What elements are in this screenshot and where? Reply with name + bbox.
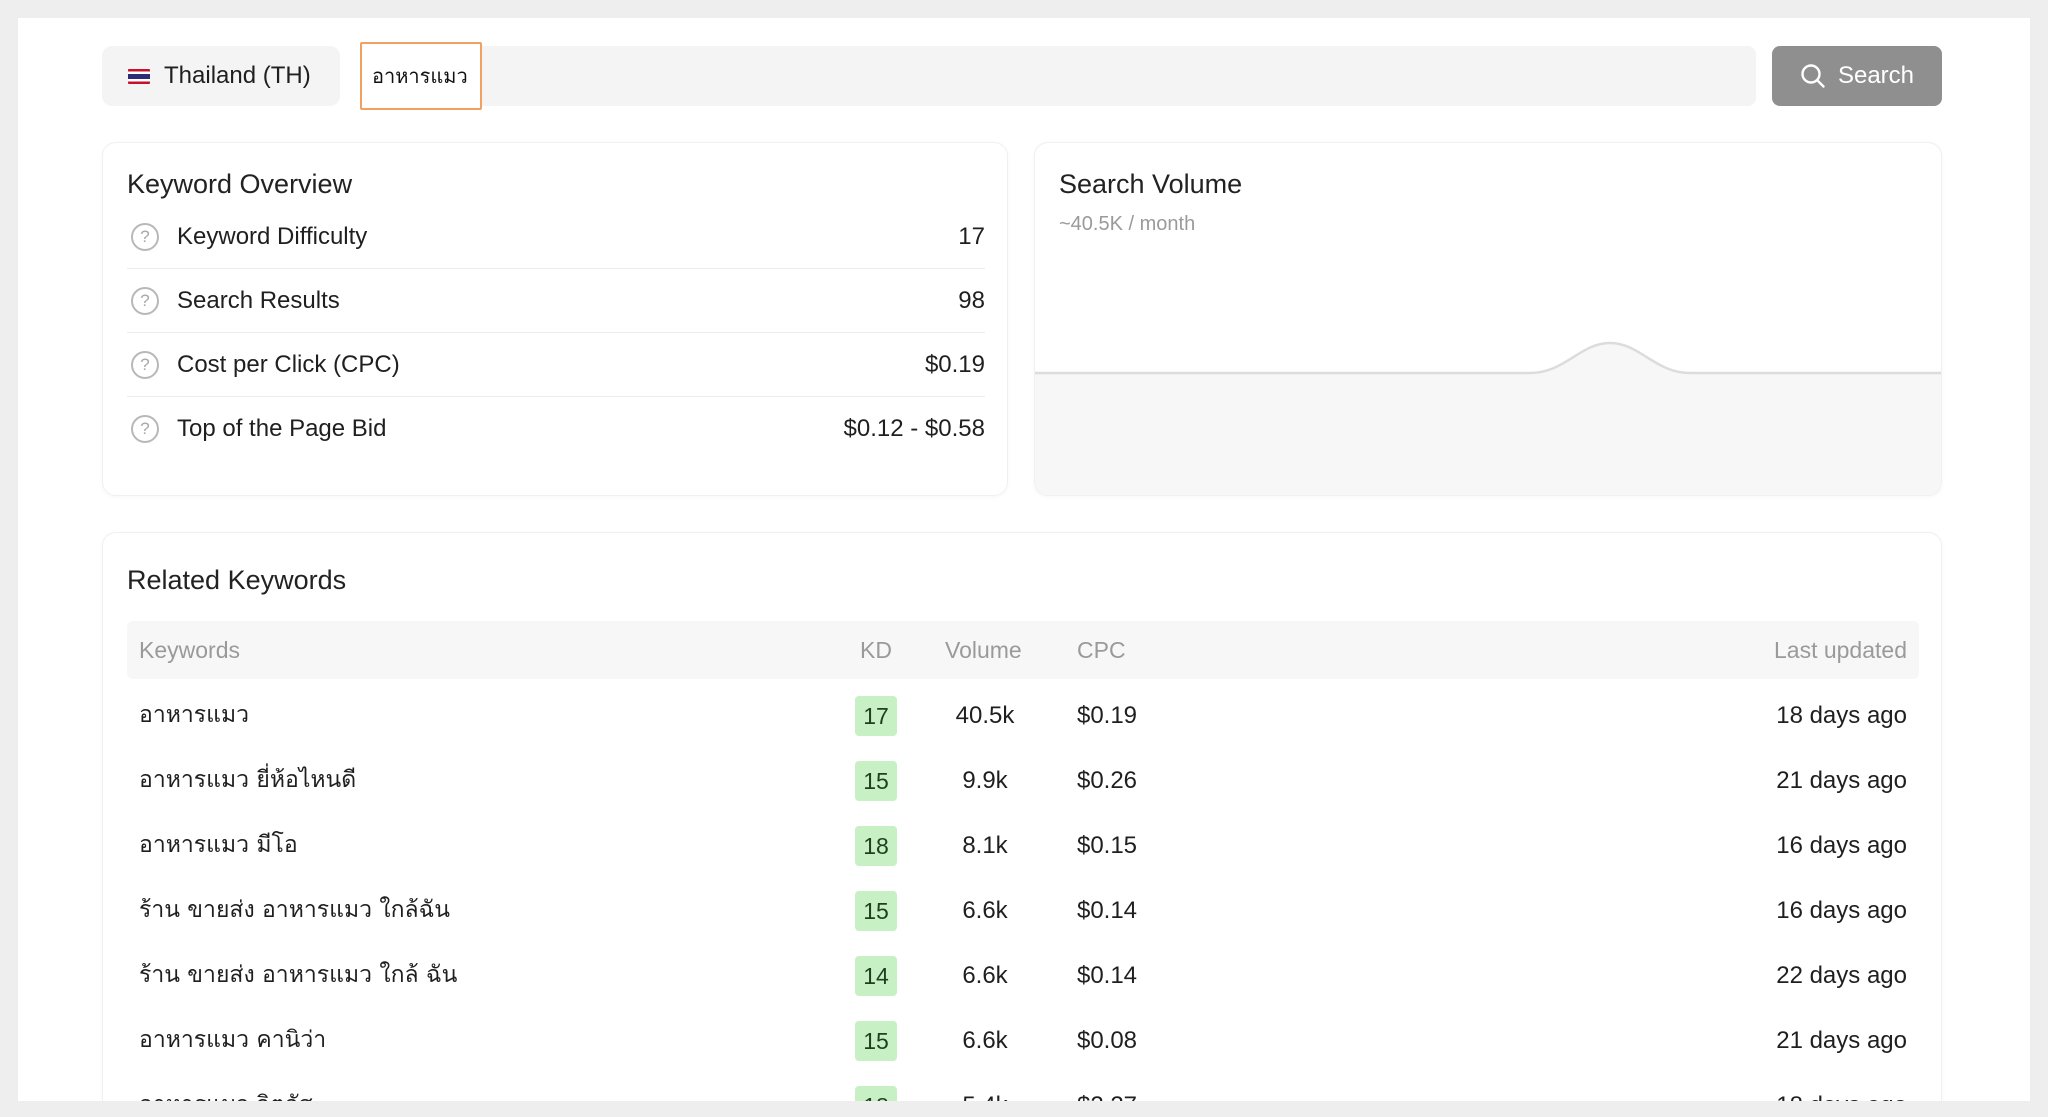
updated-cell: 21 days ago xyxy=(1776,767,1907,794)
volume-cell: 6.6k xyxy=(962,897,1008,924)
help-icon[interactable]: ? xyxy=(131,415,159,443)
table-row[interactable]: ร้าน ขายส่ง อาหารแมว ใกล้ฉัน 15 6.6k $0.… xyxy=(127,878,1919,943)
search-volume-title: Search Volume xyxy=(1059,169,1243,199)
overview-row-label: Cost per Click (CPC) xyxy=(177,350,400,378)
overview-row-cpc: ? Cost per Click (CPC) $0.19 xyxy=(127,333,985,397)
column-cpc[interactable]: CPC xyxy=(1077,621,1126,679)
cpc-cell: $0.14 xyxy=(1076,962,1138,989)
column-volume[interactable]: Volume xyxy=(945,621,1022,679)
thailand-flag-icon xyxy=(128,68,150,84)
sparkline-line xyxy=(1035,341,1941,375)
page: Thailand (TH) Search Keyword Overview ? … xyxy=(18,18,2030,1101)
overview-row-value: 17 xyxy=(958,222,985,250)
search-button-label: Search xyxy=(1837,62,1915,89)
search-icon xyxy=(1801,64,1825,88)
overview-row-value: $0.12 - $0.58 xyxy=(843,415,985,442)
kd-badge: 17 xyxy=(855,696,897,736)
column-keywords[interactable]: Keywords xyxy=(139,621,240,679)
volume-cell: 8.1k xyxy=(962,832,1008,859)
kd-badge: 14 xyxy=(855,956,897,996)
kd-badge: 15 xyxy=(855,761,897,801)
keyword-cell[interactable]: อาหารแมว xyxy=(139,683,249,748)
keyword-cell[interactable]: อาหารแมว ยี่ห้อไหนดี xyxy=(139,748,356,813)
search-input[interactable] xyxy=(360,42,482,110)
updated-cell: 18 days ago xyxy=(1776,1073,1907,1101)
kd-badge: 18 xyxy=(855,826,897,866)
cpc-cell: $0.15 xyxy=(1076,832,1138,859)
keyword-overview-card: Keyword Overview ? Keyword Difficulty 17… xyxy=(102,142,1008,496)
help-icon[interactable]: ? xyxy=(131,286,159,315)
cpc-cell: $2.27 xyxy=(1057,1073,1157,1101)
updated-cell: 21 days ago xyxy=(1776,1027,1907,1054)
keyword-cell[interactable]: อาหารแมว มีโอ xyxy=(139,813,298,878)
keyword-cell[interactable]: อาหารแมว คานิว่า xyxy=(139,1008,326,1073)
search-volume-sparkline xyxy=(1035,341,1941,495)
search-volume-card: Search Volume ~40.5K / month xyxy=(1034,142,1942,496)
help-icon[interactable]: ? xyxy=(131,350,159,379)
overview-row-top-page-bid: ? Top of the Page Bid $0.12 - $0.58 xyxy=(127,397,985,461)
sparkline-area xyxy=(1035,343,1941,495)
column-kd[interactable]: KD xyxy=(860,621,892,679)
table-row[interactable]: อาหารแมว จิตอัส 18 5.4k $2.27 18 days ag… xyxy=(127,1073,1919,1101)
table-row[interactable]: อาหารแมว คานิว่า 15 6.6k $0.08 21 days a… xyxy=(127,1008,1919,1073)
overview-row-search-results: ? Search Results 98 xyxy=(127,269,985,333)
overview-row-label: Top of the Page Bid xyxy=(177,415,387,442)
kd-badge: 18 xyxy=(855,1086,897,1101)
overview-row-label: Search Results xyxy=(177,286,340,314)
volume-cell: 9.9k xyxy=(962,767,1008,794)
help-icon[interactable]: ? xyxy=(131,222,159,251)
table-row[interactable]: ร้าน ขายส่ง อาหารแมว ใกล้ ฉัน 14 6.6k $0… xyxy=(127,943,1919,1008)
updated-cell: 16 days ago xyxy=(1776,832,1907,859)
volume-cell: 40.5k xyxy=(955,702,1015,729)
keyword-cell[interactable]: อาหารแมว จิตอัส xyxy=(139,1073,313,1101)
updated-cell: 22 days ago xyxy=(1776,962,1907,989)
country-selector[interactable]: Thailand (TH) xyxy=(102,46,340,106)
keyword-cell[interactable]: ร้าน ขายส่ง อาหารแมว ใกล้ ฉัน xyxy=(139,943,457,1008)
related-keywords-title: Related Keywords xyxy=(127,565,347,595)
overview-row-value: 98 xyxy=(958,286,985,314)
table-row[interactable]: อาหารแมว 17 40.5k $0.19 18 days ago xyxy=(127,683,1919,748)
updated-cell: 18 days ago xyxy=(1776,702,1907,729)
search-button[interactable]: Search xyxy=(1772,46,1942,106)
overview-row-keyword-difficulty: ? Keyword Difficulty 17 xyxy=(127,205,985,269)
country-label: Thailand (TH) xyxy=(164,62,311,89)
volume-cell: 6.6k xyxy=(962,1027,1008,1054)
cpc-cell: $0.14 xyxy=(1076,897,1138,924)
cpc-cell: $0.19 xyxy=(1076,702,1138,729)
updated-cell: 16 days ago xyxy=(1776,897,1907,924)
keyword-cell[interactable]: ร้าน ขายส่ง อาหารแมว ใกล้ฉัน xyxy=(139,878,450,943)
volume-cell: 6.6k xyxy=(962,962,1008,989)
cpc-cell: $0.08 xyxy=(1076,1027,1138,1054)
search-volume-subtitle: ~40.5K / month xyxy=(1059,213,1196,235)
cpc-cell: $0.26 xyxy=(1076,767,1138,794)
volume-cell: 5.4k xyxy=(927,1073,1043,1101)
keyword-overview-title: Keyword Overview xyxy=(127,169,353,199)
overview-row-label: Keyword Difficulty xyxy=(177,222,368,250)
table-row[interactable]: อาหารแมว มีโอ 18 8.1k $0.15 16 days ago xyxy=(127,813,1919,878)
column-last-updated[interactable]: Last updated xyxy=(1774,621,1907,679)
search-bar xyxy=(360,42,1756,110)
kd-badge: 15 xyxy=(855,891,897,931)
related-keywords-card: Related Keywords Keywords KD Volume CPC … xyxy=(102,532,1942,1101)
overview-row-value: $0.19 xyxy=(924,350,985,378)
kd-badge: 15 xyxy=(855,1021,897,1061)
table-header: Keywords KD Volume CPC Last updated xyxy=(127,621,1919,679)
table-row[interactable]: อาหารแมว ยี่ห้อไหนดี 15 9.9k $0.26 21 da… xyxy=(127,748,1919,813)
